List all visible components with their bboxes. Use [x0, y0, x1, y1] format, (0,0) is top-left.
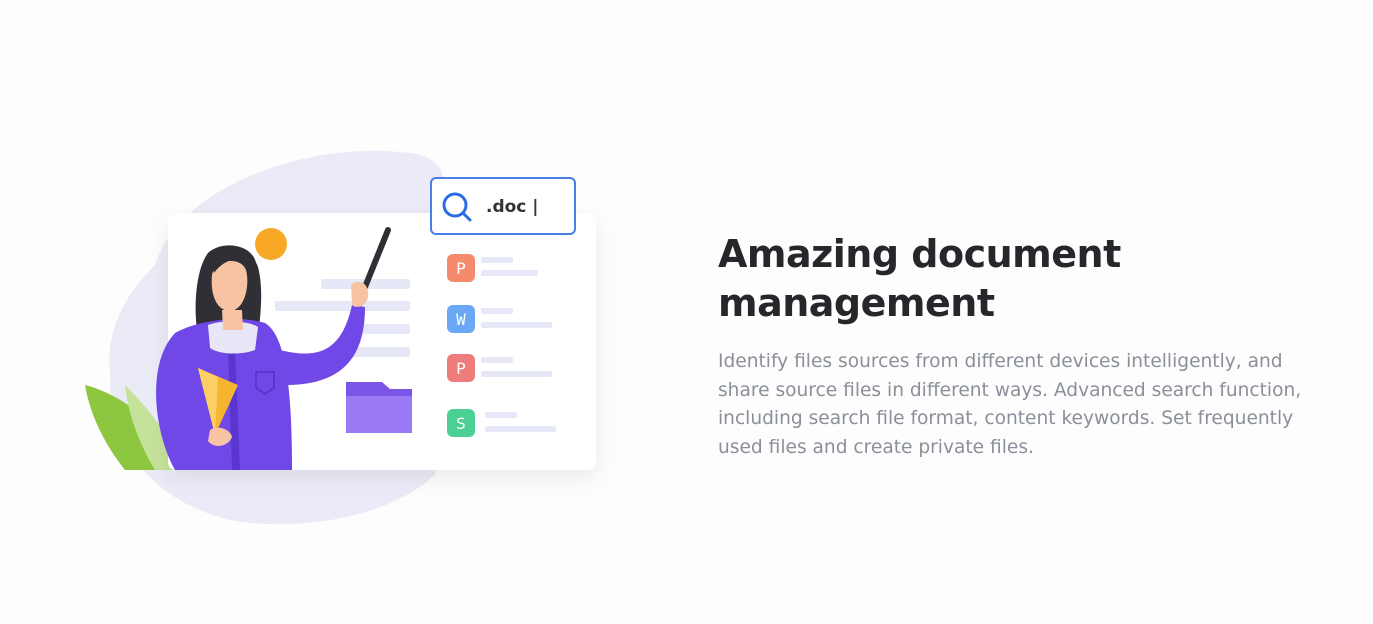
feature-section: .doc | P W P S Amazing document manageme… — [0, 0, 1373, 624]
sun-circle — [255, 228, 287, 260]
feature-description: Identify files sources from different de… — [718, 351, 1302, 459]
feature-text-block: Amazing document management Identify fil… — [718, 230, 1318, 463]
folder-icon — [346, 382, 412, 433]
feature-title: Amazing document management — [718, 232, 1121, 325]
file-type-letter: P — [456, 259, 466, 278]
file-type-letter: P — [456, 359, 466, 378]
file-type-letter: S — [456, 414, 466, 433]
search-box[interactable]: .doc | — [430, 177, 576, 235]
search-query-text: .doc | — [486, 197, 539, 217]
document-management-illustration: .doc | P W P S — [80, 145, 640, 535]
file-type-letter: W — [456, 310, 466, 329]
